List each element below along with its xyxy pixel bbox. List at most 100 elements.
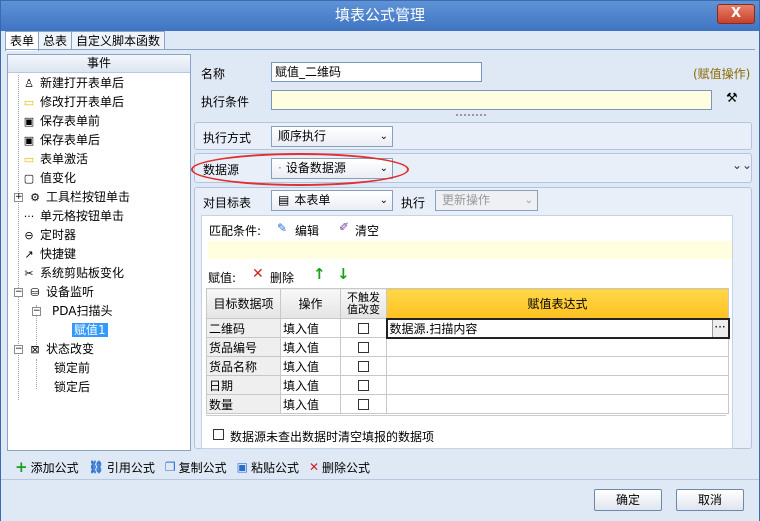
no-trigger-checkbox[interactable] (358, 399, 369, 410)
reference-formula-button[interactable]: ⛓ 引用公式 (89, 459, 155, 476)
col-operation: 操作 (280, 288, 341, 319)
ok-button[interactable]: 确定 (594, 489, 662, 511)
table-row[interactable]: 货品编号 填入值 (206, 337, 729, 357)
table-row[interactable]: 数量 填入值 (206, 394, 729, 414)
row-operation[interactable]: 填入值 (280, 356, 341, 376)
no-trigger-checkbox[interactable] (358, 380, 369, 391)
tree-item-timer[interactable]: ⊖ 定时器 (22, 226, 76, 244)
tree-item-pda-scanner[interactable]: PDA扫描头 (52, 302, 112, 320)
tree-item-state-change[interactable]: ⊠ 状态改变 (28, 340, 94, 358)
row-operation[interactable]: 填入值 (280, 337, 341, 357)
match-label: 匹配条件: (209, 224, 262, 238)
table-row[interactable]: 二维码 填入值 数据源.扫描内容 ··· (206, 317, 730, 339)
user-icon: ♙ (24, 77, 34, 90)
close-button[interactable]: X (717, 4, 755, 24)
delete-row-button[interactable]: 删除 (270, 269, 294, 286)
collapse-icon[interactable]: − (32, 307, 41, 316)
no-trigger-checkbox[interactable] (358, 361, 369, 372)
target-select[interactable]: ▤ 本表单 ⌄ (271, 190, 393, 211)
value-icon: ▢ (23, 172, 35, 185)
shortcut-icon: ↗ (24, 248, 34, 261)
condition-input[interactable] (271, 90, 712, 110)
row-operation[interactable]: 填入值 (280, 375, 341, 395)
table-row[interactable]: 日期 填入值 (206, 375, 729, 395)
tree-item-before-lock[interactable]: 锁定前 (54, 359, 90, 377)
tree-item-new-open[interactable]: ♙ 新建打开表单后 (22, 74, 124, 92)
tree-item-assign1[interactable]: 赋值1 (72, 321, 108, 339)
row-expression[interactable]: 数据源.扫描内容 ··· (385, 317, 730, 339)
no-trigger-checkbox[interactable] (358, 342, 369, 353)
copy-formula-button[interactable]: ❐ 复制公式 (165, 459, 227, 476)
match-condition-box[interactable] (208, 241, 732, 259)
row-item: 日期 (206, 375, 281, 395)
table-row[interactable]: 货品名称 填入值 (206, 356, 729, 376)
state-icon: ⊠ (30, 343, 40, 356)
clear-on-empty-label: 数据源未查出数据时清空填报的数据项 (230, 430, 435, 444)
edit-link[interactable]: 编辑 (295, 222, 319, 239)
row-expression[interactable] (386, 337, 729, 357)
row-operation[interactable]: 填入值 (280, 394, 341, 414)
splitter-handle[interactable] (456, 114, 486, 116)
target-label: 对目标表 (203, 196, 252, 210)
col-target-item: 目标数据项 (206, 288, 281, 319)
collapse-icon[interactable]: − (14, 288, 23, 297)
exec-select: 更新操作 ⌄ (435, 190, 538, 211)
add-formula-button[interactable]: + 添加公式 (15, 458, 79, 476)
assign-label: 赋值: (208, 271, 237, 285)
exec-mode-select[interactable]: 顺序执行 ⌄ (271, 126, 393, 147)
clear-on-empty-checkbox[interactable] (213, 429, 224, 440)
tab-form[interactable]: 表单 (5, 31, 40, 51)
tree-header: 事件 (8, 55, 190, 73)
delete-icon: ✕ (252, 266, 264, 282)
dots-icon: ··· (23, 210, 35, 223)
row-operation[interactable]: 填入值 (280, 318, 341, 338)
col-no-trigger: 不触发值改变 (340, 288, 387, 319)
tree-item-value-change[interactable]: ▢ 值变化 (22, 169, 76, 187)
tree-item-before-save[interactable]: ▣ 保存表单前 (22, 112, 100, 130)
tab-summary[interactable]: 总表 (38, 31, 73, 50)
clear-link[interactable]: 清空 (355, 222, 379, 239)
tab-custom-script[interactable]: 自定义脚本函数 (71, 31, 166, 50)
formula-toolbar: + 添加公式 ⛓ 引用公式 ❐ 复制公式 ▣ 粘贴公式 ✕ 删除公式 (15, 457, 380, 477)
tree-item-after-lock[interactable]: 锁定后 (54, 378, 90, 396)
no-trigger-checkbox[interactable] (357, 323, 369, 334)
row-item: 货品名称 (206, 356, 281, 376)
tree-item-clipboard[interactable]: ✂ 系统剪贴板变化 (22, 264, 124, 282)
expand-section-icon[interactable]: ⌄⌄ (732, 158, 752, 172)
assignment-grid: 目标数据项 操作 不触发值改变 赋值表达式 二维码 填入值 数据源.扫描内容 ··… (206, 288, 730, 414)
delete-formula-button[interactable]: ✕ 删除公式 (309, 459, 370, 476)
plus-icon: + (15, 458, 28, 476)
row-expression[interactable] (386, 375, 729, 395)
grid-header-row: 目标数据项 操作 不触发值改变 赋值表达式 (206, 288, 729, 319)
chevron-down-icon: ⌄ (379, 195, 388, 206)
tree-item-device-listen[interactable]: ⛁ 设备监听 (28, 283, 94, 301)
tab-strip: 表单 总表 自定义脚本函数 (5, 31, 166, 51)
row-item: 货品编号 (206, 337, 281, 357)
dialog-window: 填表公式管理 X 表单 总表 自定义脚本函数 事件 ♙ 新建打开表单后 ▭ 修改打开… (0, 0, 760, 521)
tree-item-edit-open[interactable]: ▭ 修改打开表单后 (22, 93, 124, 111)
operation-type-link[interactable]: (赋值操作) (693, 65, 750, 82)
tree-item-form-activate[interactable]: ▭ 表单激活 (22, 150, 88, 168)
move-down-icon[interactable]: ↓ (337, 265, 350, 283)
tree-item-after-save[interactable]: ▣ 保存表单后 (22, 131, 100, 149)
row-item: 二维码 (206, 318, 281, 338)
tree-item-shortcut[interactable]: ↗ 快捷键 (22, 245, 76, 263)
tree-item-toolbar-click[interactable]: ⚙ 工具栏按钮单击 (28, 188, 130, 206)
col-expression: 赋值表达式 (386, 288, 729, 319)
exec-label: 执行 (401, 196, 426, 210)
row-expression[interactable] (386, 356, 729, 376)
copy-icon: ❐ (164, 460, 176, 474)
collapse-icon[interactable]: − (14, 345, 23, 354)
paste-formula-button[interactable]: ▣ 粘贴公式 (237, 459, 299, 476)
tree-item-cell-button-click[interactable]: ··· 单元格按钮单击 (22, 207, 124, 225)
expand-icon[interactable]: + (14, 193, 23, 202)
wand-icon[interactable]: ⚒ (726, 91, 738, 106)
title-bar: 填表公式管理 X (1, 1, 759, 31)
row-expression[interactable] (386, 394, 729, 414)
eraser-icon: ✐ (339, 220, 350, 234)
move-up-icon[interactable]: ↑ (313, 265, 326, 283)
cancel-button[interactable]: 取消 (676, 489, 744, 511)
name-input[interactable]: 赋值_二维码 (271, 62, 482, 82)
chevron-down-icon: ⌄ (524, 195, 533, 206)
ellipsis-button[interactable]: ··· (711, 319, 728, 337)
